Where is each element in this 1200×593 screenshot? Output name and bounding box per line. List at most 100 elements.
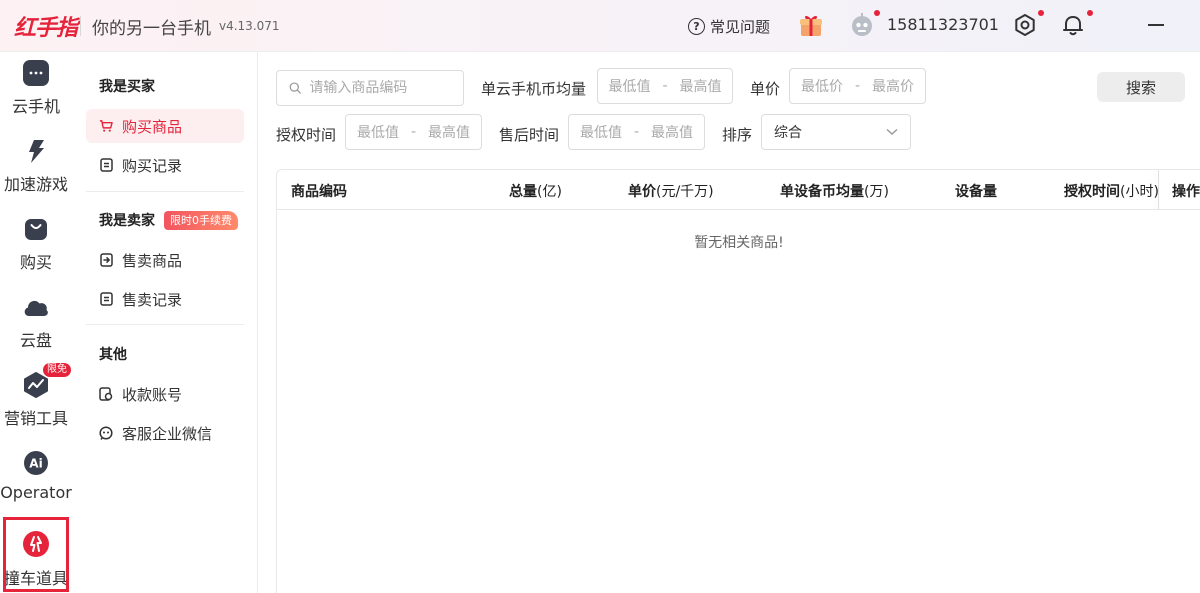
nav-divider (86, 191, 244, 192)
range-separator: - (410, 124, 417, 140)
column-header: 设备量 (955, 184, 997, 200)
faq-button[interactable]: ? 常见问题 (688, 14, 770, 38)
title-divider (80, 16, 81, 36)
column-header: 授权时间(小时) (1064, 184, 1159, 200)
market-sidenav: 我是买家 购买商品 购买记录 我是卖家 限时0手续费 售卖商品 售卖记录 其他 … (72, 52, 258, 593)
rail-label: 购买 (19, 253, 52, 272)
range-min[interactable]: 最低值 (608, 76, 650, 96)
svg-text:Ai: Ai (29, 457, 42, 471)
rail-item-cloud-phone[interactable]: 云手机 (0, 60, 72, 117)
sell-icon (99, 253, 113, 267)
rail-item-game-boost[interactable]: 加速游戏 (0, 138, 72, 195)
range-separator: - (633, 124, 640, 140)
range-separator: - (854, 78, 861, 94)
gift-icon[interactable] (798, 12, 824, 38)
user-avatar-icon[interactable] (849, 12, 875, 38)
coin-avg-range[interactable]: 最低值 - 最高值 (597, 68, 733, 104)
faq-label: 常见问题 (710, 17, 771, 36)
minimize-icon (1148, 24, 1164, 26)
product-list-panel: 单云手机币均量 最低值 - 最高值 单价 最低价 - 最高价 搜索 授权时间 最… (258, 52, 1200, 593)
question-icon: ? (688, 17, 705, 35)
column-header: 商品编码 (291, 184, 347, 200)
search-icon (289, 82, 301, 94)
nav-label: 购买记录 (122, 156, 183, 175)
range-min[interactable]: 最低价 (801, 76, 843, 96)
range-min[interactable]: 最低值 (357, 122, 399, 142)
app-logo: 红手指 (14, 16, 78, 41)
nav-label: 售卖记录 (122, 290, 183, 309)
nav-label: 收款账号 (122, 385, 183, 404)
lightning-icon (29, 140, 44, 163)
range-max[interactable]: 最高值 (651, 122, 693, 142)
account-icon (99, 387, 113, 401)
rail-item-cloud-drive[interactable]: 云盘 (0, 294, 72, 351)
rail-label: 营销工具 (3, 409, 68, 428)
rail-item-buy[interactable]: 购买 (0, 216, 72, 273)
sort-label: 排序 (722, 126, 753, 144)
nav-payment-account[interactable]: 收款账号 (86, 377, 244, 411)
column-header: 单价(元/千万) (628, 184, 714, 200)
range-min[interactable]: 最低值 (580, 122, 622, 142)
nav-customer-service-wechat[interactable]: 客服企业微信 (86, 416, 244, 450)
rail-label: 云盘 (19, 331, 52, 350)
nav-buy-records[interactable]: 购买记录 (86, 148, 244, 182)
rail-item-operator[interactable]: Ai Operator (0, 450, 72, 502)
app-version: v4.13.071 (219, 19, 280, 33)
ai-icon: Ai (24, 451, 48, 475)
record-icon (99, 158, 113, 172)
search-input[interactable] (309, 80, 463, 96)
main-rail: 云手机 加速游戏 购买 云盘 营销工具 限免 Ai Operator 撞车道具 (0, 52, 72, 593)
buyer-heading: 我是买家 (99, 79, 155, 95)
settings-icon[interactable] (1012, 12, 1038, 38)
app-subtitle: 你的另一台手机 (92, 19, 211, 39)
rail-label: 云手机 (11, 97, 60, 116)
table-header: 商品编码 总量(亿) 单价(元/千万) 单设备币均量(万) 设备量 授权时间(小… (277, 170, 1200, 210)
record-icon (99, 292, 113, 306)
rail-label: Operator (0, 483, 72, 502)
rail-label: 加速游戏 (3, 175, 68, 194)
cloud-phone-icon (23, 60, 49, 86)
range-max[interactable]: 最高价 (872, 76, 914, 96)
nav-divider (86, 324, 244, 325)
after-sale-range[interactable]: 最低值 - 最高值 (568, 114, 705, 150)
unit-price-label: 单价 (750, 80, 781, 98)
range-max[interactable]: 最高值 (428, 122, 470, 142)
trend-chart-icon (24, 372, 48, 398)
fixed-column-divider (1158, 170, 1159, 210)
range-separator: - (662, 78, 668, 94)
selection-highlight (3, 517, 69, 592)
free-badge: 限免 (43, 363, 71, 377)
nav-label: 售卖商品 (122, 251, 183, 270)
wechat-icon (99, 426, 113, 440)
product-code-search[interactable] (276, 70, 464, 106)
avatar-notification-dot (874, 10, 880, 16)
sort-select[interactable]: 综合 (761, 114, 911, 150)
nav-label: 客服企业微信 (122, 424, 213, 443)
unit-price-range[interactable]: 最低价 - 最高价 (789, 68, 926, 104)
settings-notification-dot (1038, 10, 1044, 16)
auth-time-label: 授权时间 (276, 126, 337, 144)
column-header: 总量(亿) (509, 184, 562, 200)
minimize-button[interactable] (1140, 12, 1172, 40)
user-phone[interactable]: 15811323701 (887, 15, 999, 34)
seller-heading: 我是卖家 (99, 213, 155, 229)
other-heading: 其他 (99, 347, 127, 363)
shopping-bag-icon (25, 219, 47, 240)
cloud-icon (24, 300, 48, 316)
range-max[interactable]: 最高值 (680, 76, 722, 96)
title-bar: 红手指 你的另一台手机 v4.13.071 ? 常见问题 15811323701 (0, 0, 1200, 52)
rail-item-marketing[interactable]: 营销工具 (0, 372, 72, 429)
sort-value: 综合 (774, 125, 802, 141)
nav-sell-records[interactable]: 售卖记录 (86, 282, 244, 316)
search-button[interactable]: 搜索 (1097, 72, 1185, 102)
chevron-down-icon (886, 128, 898, 135)
product-table: 商品编码 总量(亿) 单价(元/千万) 单设备币均量(万) 设备量 授权时间(小… (276, 169, 1200, 593)
column-header: 操作 (1172, 184, 1200, 200)
nav-sell-goods[interactable]: 售卖商品 (86, 243, 244, 277)
auth-time-range[interactable]: 最低值 - 最高值 (345, 114, 482, 150)
bell-icon[interactable] (1060, 12, 1086, 38)
nav-label: 购买商品 (122, 117, 183, 136)
zero-fee-badge: 限时0手续费 (164, 211, 238, 230)
nav-buy-goods[interactable]: 购买商品 (86, 109, 244, 143)
column-header: 单设备币均量(万) (780, 184, 889, 200)
